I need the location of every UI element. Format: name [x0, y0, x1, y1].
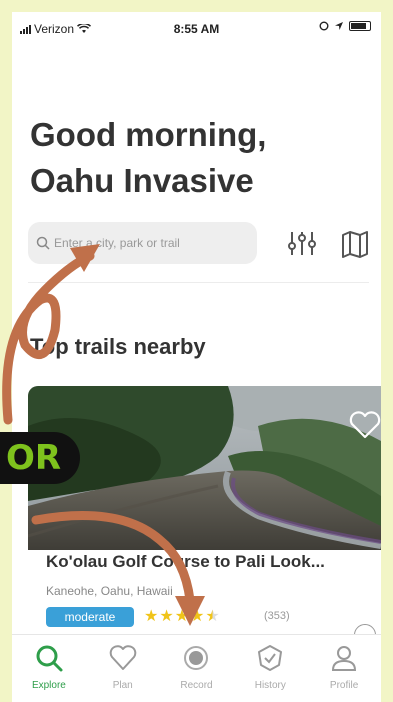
greeting-heading: Good morning, Oahu Invasive: [30, 112, 330, 204]
greeting-line-2: Oahu Invasive: [30, 162, 254, 200]
status-right: [319, 21, 371, 31]
star-icon: ★: [174, 608, 190, 625]
favorite-heart-icon[interactable]: [348, 410, 381, 440]
section-title: Top trails nearby: [30, 334, 206, 359]
checkmark-badge-icon: [258, 645, 283, 671]
bottom-tab-bar: Explore Plan Record History Profile: [12, 634, 381, 702]
trail-photo[interactable]: [28, 386, 381, 550]
search-input[interactable]: [54, 236, 244, 250]
tab-profile[interactable]: Profile: [307, 635, 381, 702]
divider: [28, 282, 369, 283]
heart-icon: [109, 645, 136, 670]
map-icon[interactable]: [340, 230, 370, 258]
filter-sliders-icon[interactable]: [286, 228, 318, 258]
app-screen: Verizon 8:55 AM Good morning, Oahu Invas…: [12, 12, 381, 702]
trail-location: Kaneohe, Oahu, Hawaii: [46, 584, 173, 598]
trail-name[interactable]: Ko'olau Golf Course to Pali Look...: [46, 552, 381, 572]
tab-plan[interactable]: Plan: [86, 635, 160, 702]
or-badge: OR: [0, 432, 80, 484]
star-icon: ★: [190, 608, 205, 625]
status-bar: Verizon 8:55 AM: [12, 12, 381, 44]
search-icon: [36, 236, 50, 250]
tab-label: Plan: [112, 680, 133, 691]
tab-label: Profile: [329, 680, 359, 691]
star-icon: ★: [144, 608, 159, 625]
tab-label: Explore: [31, 680, 66, 691]
alarm-icon: [319, 21, 329, 31]
difficulty-badge: moderate: [46, 607, 134, 627]
search-icon: [36, 645, 63, 672]
greeting-line-1: Good morning,: [30, 116, 267, 153]
tab-explore[interactable]: Explore: [12, 635, 86, 702]
location-arrow-icon: [335, 22, 343, 30]
star-icon: ★: [159, 608, 174, 625]
tab-label: History: [254, 680, 286, 691]
tab-label: Record: [180, 680, 213, 691]
tab-history[interactable]: History: [233, 635, 307, 702]
battery-icon: [349, 21, 371, 31]
tab-record[interactable]: Record: [160, 635, 234, 702]
person-icon: [332, 646, 357, 671]
search-bar[interactable]: [28, 222, 257, 264]
star-rating: ★ ★ ★ ★ ★: [144, 607, 220, 627]
review-count: (353): [264, 610, 290, 622]
record-icon: [184, 646, 209, 670]
half-star-icon: ★: [205, 608, 220, 625]
